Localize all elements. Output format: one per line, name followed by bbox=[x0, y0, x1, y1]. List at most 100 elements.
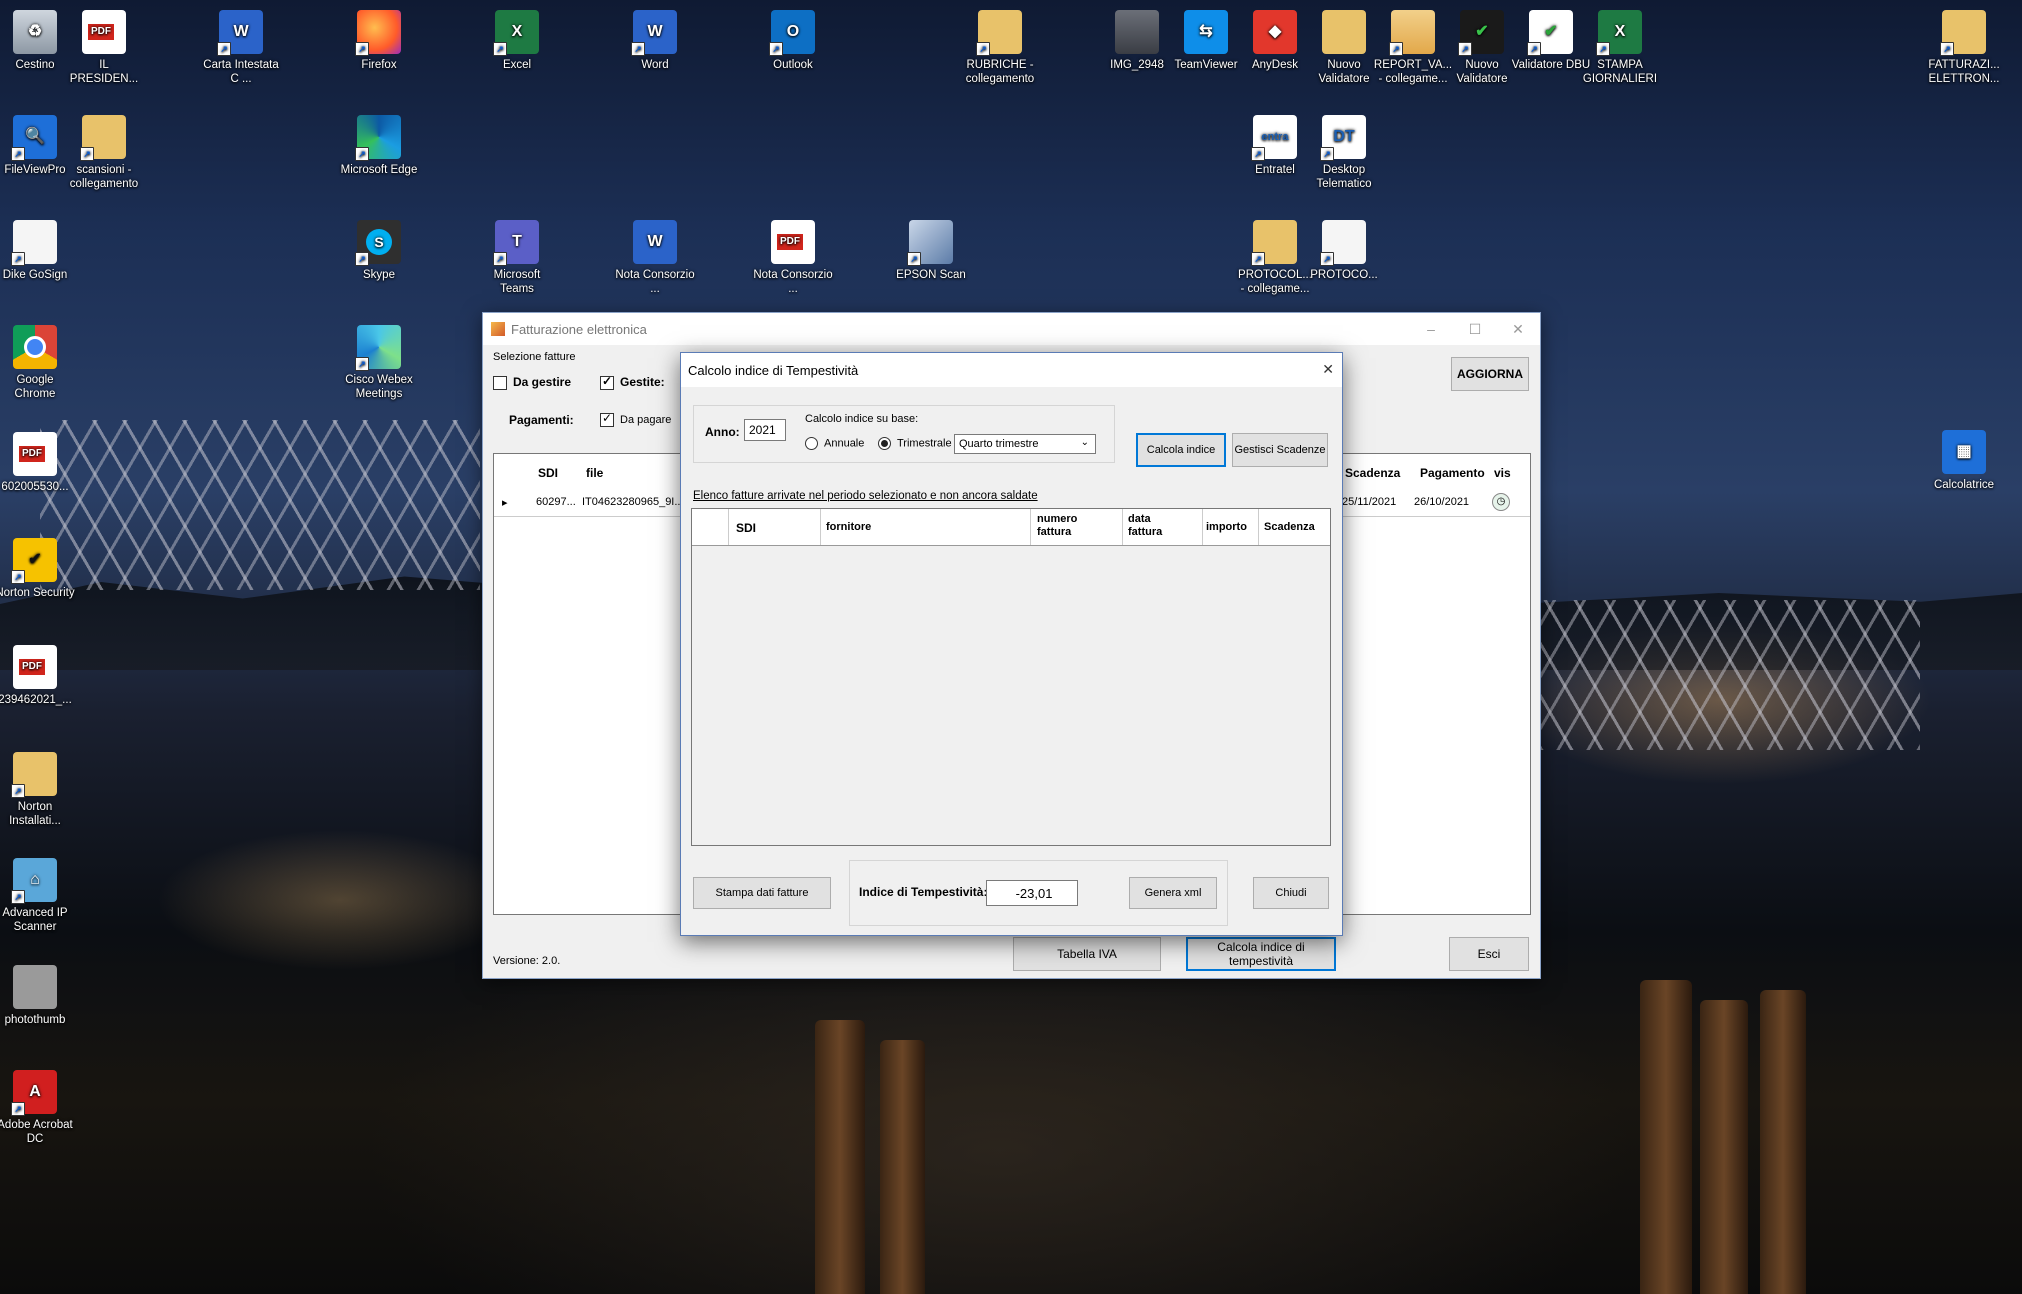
fileviewpro-icon: 🔍 ↗ bbox=[11, 115, 57, 161]
desktop-icon-photothumb[interactable]: photothumb bbox=[0, 965, 75, 1027]
da-gestire-checkbox[interactable]: Da gestire bbox=[493, 375, 571, 390]
folder-icon: ↗ bbox=[11, 752, 57, 798]
annuale-radio[interactable]: Annuale bbox=[805, 437, 864, 450]
chiudi-button[interactable]: Chiudi bbox=[1253, 877, 1329, 909]
desktop-icon-rubriche[interactable]: ↗ RUBRICHE - collegamento bbox=[960, 10, 1040, 86]
desktop-icon-acrobat[interactable]: A ↗ Adobe Acrobat DC bbox=[0, 1070, 75, 1146]
main-window-titlebar: Fatturazione elettronica bbox=[483, 313, 1540, 345]
column-header-data-fattura[interactable]: data fattura bbox=[1128, 513, 1178, 539]
desktop-icon-entratel[interactable]: entra ↗ Entratel bbox=[1235, 115, 1315, 177]
gestite-checkbox[interactable]: Gestite: bbox=[600, 374, 665, 390]
folder-icon bbox=[1322, 10, 1366, 54]
clock-icon[interactable]: ◷ bbox=[1492, 493, 1510, 511]
validator-icon: ✔ ↗ bbox=[1458, 10, 1504, 56]
column-header-importo[interactable]: importo bbox=[1206, 521, 1247, 533]
esci-button[interactable]: Esci bbox=[1449, 937, 1529, 971]
desktop-icon-nota-consorzio-pdf[interactable]: Nota Consorzio ... bbox=[753, 220, 833, 296]
folder-pdf-icon: ↗ bbox=[1389, 10, 1435, 56]
column-header-sdi[interactable]: SDI bbox=[538, 466, 558, 480]
desktop-icon-norton-installati[interactable]: ↗ Norton Installati... bbox=[0, 752, 75, 828]
word-icon: W ↗ bbox=[217, 10, 263, 56]
genera-xml-button[interactable]: Genera xml bbox=[1129, 877, 1217, 909]
desktop-icon-protoco[interactable]: ↗ PROTOCO... bbox=[1304, 220, 1384, 282]
column-header-vis[interactable]: vis bbox=[1494, 466, 1511, 480]
desktop-icon-webex[interactable]: ↗ Cisco Webex Meetings bbox=[339, 325, 419, 401]
indice-label: Indice di Tempestività: bbox=[859, 885, 988, 899]
calcola-indice-button[interactable]: Calcola indice bbox=[1136, 433, 1226, 467]
background-bridge-left bbox=[40, 420, 480, 590]
desktop-icon-nuovo-validatore[interactable]: ✔ ↗ Nuovo Validatore bbox=[1442, 10, 1522, 86]
radio-icon bbox=[805, 437, 818, 450]
desktop-icon-protocol-collegamento[interactable]: ↗ PROTOCOL... - collegame... bbox=[1235, 220, 1315, 296]
list-caption: Elenco fatture arrivate nel periodo sele… bbox=[693, 490, 1038, 502]
desktop-icon-desktop-telematico[interactable]: DT ↗ Desktop Telematico bbox=[1304, 115, 1384, 191]
desktop-icon-excel[interactable]: X ↗ Excel bbox=[477, 10, 557, 72]
desktop-icon-outlook[interactable]: O ↗ Outlook bbox=[753, 10, 833, 72]
excel-icon: X ↗ bbox=[493, 10, 539, 56]
desktop-icon-nuovo-validatore-folder[interactable]: Nuovo Validatore bbox=[1304, 10, 1384, 86]
version-label: Versione: 2.0. bbox=[493, 955, 561, 967]
column-header-sdi[interactable]: SDI bbox=[736, 521, 756, 535]
column-header-pagamento[interactable]: Pagamento bbox=[1420, 466, 1485, 480]
dialog-close-icon[interactable]: ✕ bbox=[1322, 361, 1334, 378]
minimize-button[interactable]: – bbox=[1409, 313, 1453, 345]
main-window-title: Fatturazione elettronica bbox=[511, 321, 647, 337]
column-header-fornitore[interactable]: fornitore bbox=[826, 521, 871, 533]
anydesk-icon: ◆ bbox=[1253, 10, 1297, 54]
indice-value-field[interactable]: -23,01 bbox=[986, 880, 1078, 906]
desktop-icon-teamviewer[interactable]: ⇆ TeamViewer bbox=[1166, 10, 1246, 72]
stampa-dati-fatture-button[interactable]: Stampa dati fatture bbox=[693, 877, 831, 909]
desktop-icon-edge[interactable]: ↗ Microsoft Edge bbox=[339, 115, 419, 177]
close-button[interactable]: ✕ bbox=[1496, 313, 1540, 345]
dialog-titlebar: Calcolo indice di Tempestività ✕ bbox=[681, 353, 1342, 387]
tabella-iva-button[interactable]: Tabella IVA bbox=[1013, 937, 1161, 971]
desktop-icon-il-presiden[interactable]: IL PRESIDEN... bbox=[64, 10, 144, 86]
desktop-icon-skype[interactable]: S ↗ Skype bbox=[339, 220, 419, 282]
column-header-numero-fattura[interactable]: numero fattura bbox=[1037, 513, 1107, 539]
desktop-icon-carta-intestata[interactable]: W ↗ Carta Intestata C ... bbox=[201, 10, 281, 86]
aggiorna-button[interactable]: AGGIORNA bbox=[1451, 357, 1529, 391]
desktop-icon-report-va[interactable]: ↗ REPORT_VA... - collegame... bbox=[1373, 10, 1453, 86]
calcola-tempestivita-button[interactable]: Calcola indice di tempestività bbox=[1186, 937, 1336, 971]
desktop-icon-firefox[interactable]: ↗ Firefox bbox=[339, 10, 419, 72]
desktop-icon-validatore-dbu[interactable]: ✔ ↗ Validatore DBU bbox=[1511, 10, 1591, 72]
trimestrale-radio[interactable]: Trimestrale bbox=[878, 437, 952, 450]
selezione-fatture-label: Selezione fatture bbox=[493, 351, 576, 363]
desktop-icon-epson-scan[interactable]: ↗ EPSON Scan bbox=[891, 220, 971, 282]
desktop-icon-calcolatrice[interactable]: ▦ Calcolatrice bbox=[1924, 430, 2004, 492]
maximize-button[interactable]: ☐ bbox=[1453, 313, 1497, 345]
desktop-icon-scansioni[interactable]: ↗ scansioni - collegamento bbox=[64, 115, 144, 191]
dialog-title: Calcolo indice di Tempestività bbox=[688, 362, 859, 378]
desktop-icon-advanced-ip-scanner[interactable]: ⌂ ↗ Advanced IP Scanner bbox=[0, 858, 75, 934]
pdf-icon bbox=[82, 10, 126, 54]
app-icon bbox=[491, 322, 505, 336]
desktop-icon-chrome[interactable]: Google Chrome bbox=[0, 325, 75, 401]
desktop-icon-stampa-giornalieri[interactable]: X ↗ STAMPA GIORNALIERI bbox=[1580, 10, 1660, 86]
column-header-scadenza[interactable]: Scadenza bbox=[1345, 466, 1400, 480]
desktop-icon-pdf-602005530[interactable]: 602005530... bbox=[0, 432, 75, 494]
desktop-icon-pdf-239462021[interactable]: 239462021_... bbox=[0, 645, 75, 707]
image-icon bbox=[1115, 10, 1159, 54]
da-pagare-checkbox[interactable]: Da pagare bbox=[600, 411, 671, 427]
desktop-icon-anydesk[interactable]: ◆ AnyDesk bbox=[1235, 10, 1315, 72]
desktop-icon-norton[interactable]: ✔ ↗ Norton Security bbox=[0, 538, 75, 600]
desktop-icon-teams[interactable]: T ↗ Microsoft Teams bbox=[477, 220, 557, 296]
network-scanner-icon: ⌂ ↗ bbox=[11, 858, 57, 904]
gestisci-scadenze-button[interactable]: Gestisci Scadenze bbox=[1232, 433, 1328, 467]
checkbox-checked-icon bbox=[600, 411, 614, 427]
desktop-icon-word[interactable]: W ↗ Word bbox=[615, 10, 695, 72]
norton-icon: ✔ ↗ bbox=[11, 538, 57, 584]
desktop-icon-img-2948[interactable]: IMG_2948 bbox=[1097, 10, 1177, 72]
column-header-file[interactable]: file bbox=[586, 466, 603, 480]
desktop-icon-fatturazione[interactable]: ↗ FATTURAZI... ELETTRON... bbox=[1924, 10, 2004, 86]
radio-selected-icon bbox=[878, 437, 891, 450]
anno-input[interactable]: 2021 bbox=[744, 419, 786, 441]
calculator-icon: ▦ bbox=[1942, 430, 1986, 474]
periodo-select[interactable]: Quarto trimestre ⌄ bbox=[954, 434, 1096, 454]
chevron-down-icon: ⌄ bbox=[1080, 437, 1089, 448]
desktop-icon-nota-consorzio-word[interactable]: W Nota Consorzio ... bbox=[615, 220, 695, 296]
desktop-icon-dike[interactable]: ↗ Dike GoSign bbox=[0, 220, 75, 282]
background-bridge-right bbox=[1540, 600, 1920, 750]
folder-icon: ↗ bbox=[976, 10, 1022, 56]
column-header-scadenza[interactable]: Scadenza bbox=[1264, 521, 1315, 533]
